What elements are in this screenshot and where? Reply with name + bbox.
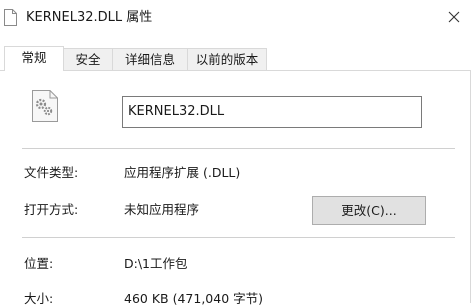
close-icon [448, 11, 460, 23]
location-label: 位置: [24, 256, 54, 271]
change-button[interactable]: 更改(C)... [312, 196, 426, 225]
open-with-label: 打开方式: [24, 202, 79, 217]
divider [22, 148, 455, 149]
file-type-value: 应用程序扩展 (.DLL) [124, 165, 241, 180]
location-value: D:\1工作包 [124, 256, 188, 271]
tab-bar: 常规 安全 详细信息 以前的版本 [0, 46, 473, 71]
open-with-value: 未知应用程序 [124, 202, 200, 217]
file-name-field[interactable]: KERNEL32.DLL [122, 96, 422, 128]
tab-previous-versions[interactable]: 以前的版本 [187, 48, 267, 70]
file-icon [4, 9, 17, 26]
tab-general[interactable]: 常规 [4, 46, 64, 71]
window-title: KERNEL32.DLL 属性 [26, 10, 153, 25]
file-type-label: 文件类型: [24, 165, 79, 180]
close-button[interactable] [435, 0, 473, 34]
tab-security[interactable]: 安全 [63, 48, 113, 70]
divider [22, 237, 455, 238]
title-bar: KERNEL32.DLL 属性 [0, 0, 473, 36]
gear-file-icon [32, 90, 58, 122]
size-value: 460 KB (471,040 字节) [124, 291, 263, 306]
size-label: 大小: [24, 291, 54, 306]
tab-details[interactable]: 详细信息 [112, 48, 188, 70]
